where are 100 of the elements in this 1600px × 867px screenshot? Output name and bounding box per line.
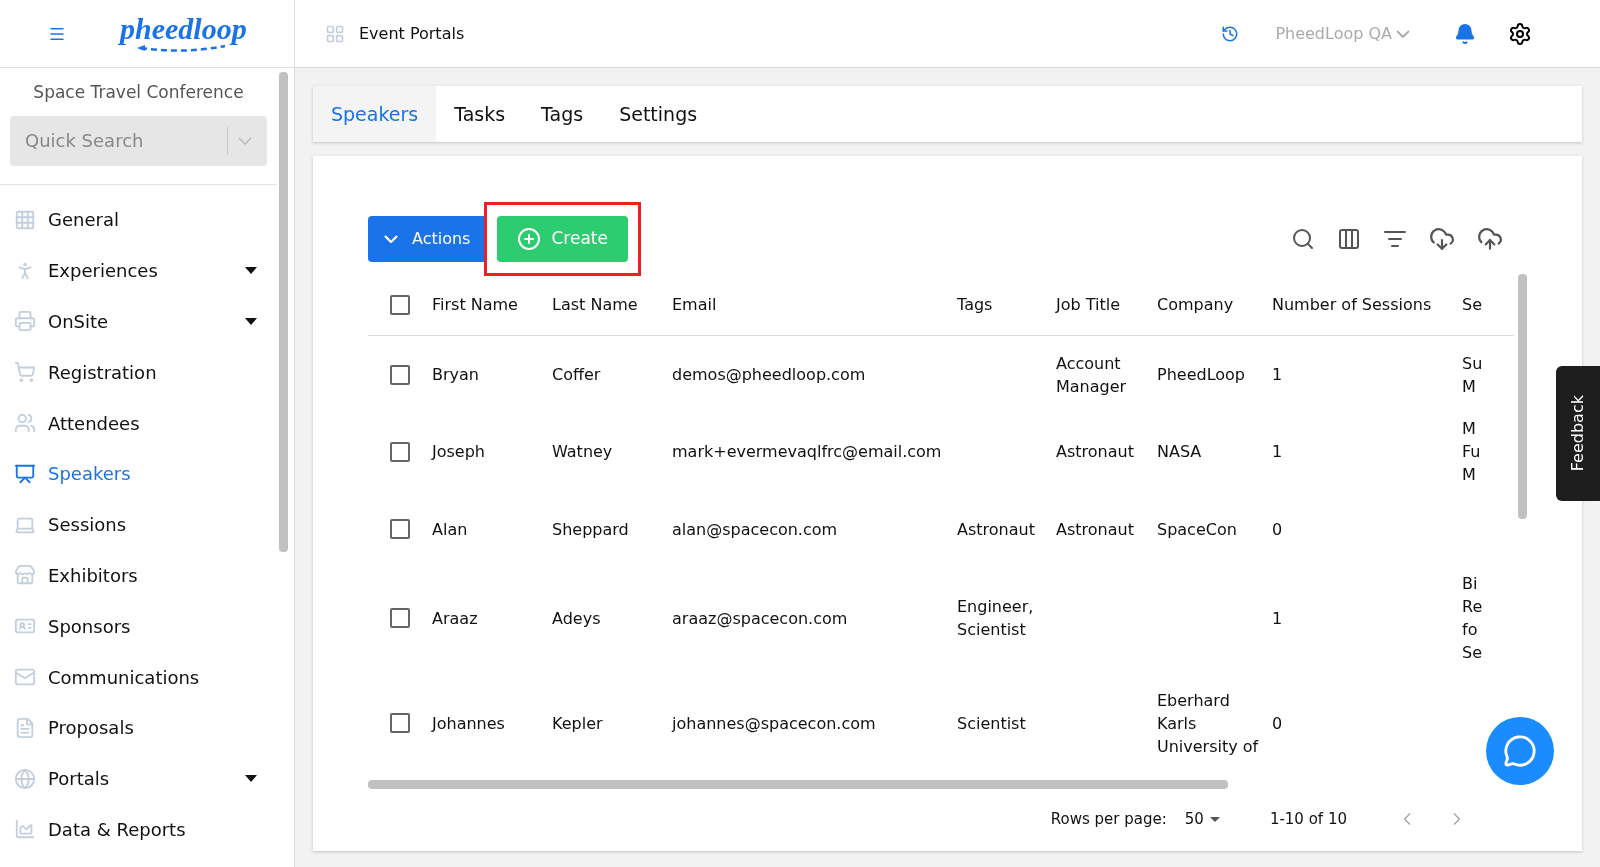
table-cell-text: Sheppard	[552, 518, 630, 541]
table-cell-text: Joseph	[432, 441, 486, 463]
columns-icon[interactable]	[1337, 227, 1361, 251]
table-cell-text: SpaceCon	[1157, 518, 1238, 541]
printer-icon	[14, 310, 36, 333]
table-cell-text: Eberhard Karls University of	[1157, 689, 1260, 758]
table-cell-text: 0	[1272, 518, 1284, 541]
table-cell-text: Account Manager	[1056, 352, 1128, 398]
table-cell-text: Astronaut	[957, 518, 1036, 541]
table-cell-text: Araaz	[432, 607, 479, 630]
chart-icon	[14, 818, 36, 841]
quick-search-dropdown[interactable]: Quick Search	[10, 115, 267, 166]
table-cell-text: 1	[1272, 441, 1284, 463]
column-header[interactable]: Number of Sessions	[1272, 294, 1432, 314]
column-header[interactable]: Company	[1157, 294, 1234, 314]
tab[interactable]: Tags	[523, 86, 602, 142]
sidebar-item[interactable]: Communications	[0, 651, 277, 703]
column-header[interactable]: Job Title	[1056, 294, 1121, 314]
checkbox[interactable]	[390, 364, 410, 385]
people-icon	[14, 412, 36, 435]
bell-icon[interactable]	[1454, 22, 1476, 45]
grid-icon	[14, 208, 36, 231]
table-cell-text: Su M	[1462, 352, 1484, 398]
caret-icon[interactable]	[245, 267, 257, 275]
table-cell-text: alan@spacecon.com	[672, 518, 839, 541]
sidebar-item[interactable]: Speakers	[0, 448, 277, 500]
table-cell-text: Johannes	[432, 712, 506, 735]
checkbox[interactable]	[390, 608, 410, 628]
table-cell-text: M Fu M	[1462, 418, 1482, 486]
sidebar-item[interactable]: Exhibitors	[0, 550, 277, 601]
history-icon[interactable]	[1221, 24, 1240, 43]
table-cell-text: Astronaut	[1056, 518, 1135, 541]
table-cell-text: 1	[1272, 607, 1284, 630]
sidebar-item[interactable]: Sessions	[0, 499, 277, 551]
table-cell-text: Bryan	[432, 364, 480, 386]
table-cell-text: 1	[1272, 364, 1284, 386]
table-cell-text: Coffer	[552, 364, 602, 386]
table-cell-text: johannes@spacecon.com	[672, 712, 877, 735]
table-cell-text: Alan	[432, 518, 469, 541]
table-cell-text: PheedLoop	[1157, 364, 1246, 386]
sidebar-item[interactable]: Experiences	[0, 245, 277, 297]
table-cell-text: araaz@spacecon.com	[672, 607, 849, 630]
column-header[interactable]: First Name	[432, 294, 518, 314]
store-icon	[14, 564, 36, 587]
checkbox[interactable]	[390, 713, 410, 733]
sidebar-item[interactable]: General	[0, 194, 277, 246]
page-range: 1-10 of 10	[1269, 808, 1347, 830]
settings-icon[interactable]	[1508, 21, 1532, 46]
plus-circle-icon	[517, 227, 542, 251]
chevron-down-icon	[384, 235, 398, 243]
table-cell-text: NASA	[1157, 441, 1203, 463]
table-cell-text: Astronaut	[1056, 441, 1135, 463]
caret-icon[interactable]	[245, 775, 257, 783]
table-cell-text: Bi Re fo Se	[1462, 573, 1484, 664]
sidebar-item[interactable]: Sponsors	[0, 600, 277, 652]
tab[interactable]: Settings	[601, 86, 716, 142]
search-icon[interactable]	[1291, 227, 1315, 251]
sidebar-item[interactable]: Registration	[0, 346, 277, 398]
column-header[interactable]: Email	[672, 294, 717, 314]
table-cell-text: 0	[1272, 712, 1284, 735]
chevron-down-icon	[1396, 29, 1410, 38]
globe-icon	[14, 767, 36, 790]
checkbox[interactable]	[390, 441, 410, 462]
checkbox[interactable]	[390, 519, 410, 539]
event-name: Space Travel Conference	[32, 81, 245, 104]
sidebar-item[interactable]: Portals	[0, 753, 277, 805]
horizontal-scrollbar[interactable]	[368, 780, 1228, 789]
section-title: Event Portals	[359, 22, 465, 45]
table-cell-text: Watney	[552, 441, 614, 463]
rows-per-page-label: Rows per page:	[1050, 808, 1167, 830]
vertical-scrollbar[interactable]	[1518, 274, 1527, 519]
scrollbar-thumb[interactable]	[279, 72, 288, 552]
table-cell-text: Scientist	[957, 712, 1027, 735]
tab[interactable]: Speakers	[313, 86, 437, 142]
sidebar-item[interactable]: Data & Reports	[0, 804, 277, 855]
sidebar-item[interactable]: Proposals	[0, 702, 277, 754]
column-header[interactable]: Se	[1462, 294, 1482, 314]
column-header[interactable]: Tags	[957, 294, 993, 314]
quick-search-field[interactable]: Quick Search	[25, 127, 217, 154]
actions-button[interactable]: Actions	[368, 216, 487, 262]
presenter-icon	[14, 462, 36, 485]
checkbox[interactable]	[390, 294, 410, 315]
chat-icon	[1503, 734, 1537, 768]
sidebar-item[interactable]: Attendees	[0, 397, 277, 449]
table-cell-text: Kepler	[552, 712, 604, 735]
table-cell-text: mark+evermevaqlfrc@email.com	[672, 441, 943, 463]
cart-icon	[14, 361, 36, 384]
table-cell-text: Adeys	[552, 607, 602, 630]
tab[interactable]: Tasks	[436, 86, 524, 142]
rows-per-page-select[interactable]: 50	[1184, 807, 1220, 831]
table-cell-text: Engineer, Scientist	[957, 596, 1035, 641]
caret-icon[interactable]	[245, 318, 257, 325]
cloud-download-icon[interactable]	[1429, 226, 1455, 252]
logo: pheedloop	[120, 13, 247, 54]
document-icon	[14, 716, 36, 739]
table-cell-text: demos@pheedloop.com	[672, 364, 867, 386]
sidebar-item[interactable]: OnSite	[0, 296, 277, 347]
feedback-tab[interactable]: Feedback	[1556, 366, 1600, 501]
cloud-upload-icon[interactable]	[1477, 226, 1503, 252]
column-header[interactable]: Last Name	[552, 294, 638, 314]
